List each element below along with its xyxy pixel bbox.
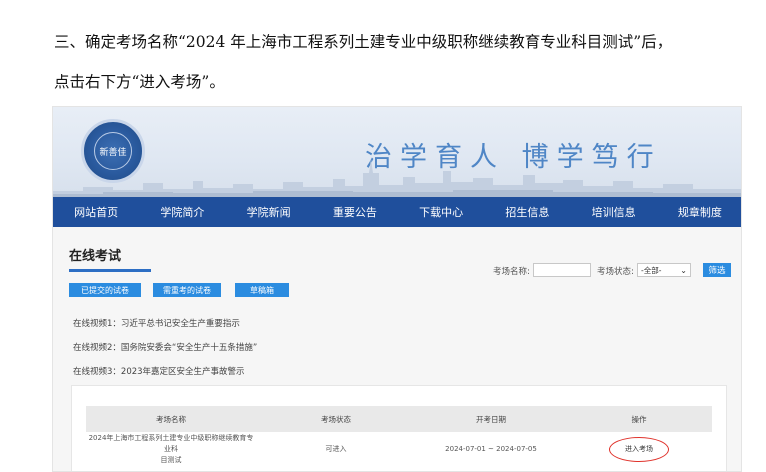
nav-announcements[interactable]: 重要公告 bbox=[312, 197, 398, 227]
website-screenshot: 新善佳 治学育人 博学笃行 网站首页 学院简介 学院新闻 重要公告 下载中心 招… bbox=[52, 106, 742, 472]
submitted-papers-button[interactable]: 已提交的试卷 bbox=[69, 283, 141, 297]
cell-exam-status: 可进入 bbox=[325, 444, 347, 453]
cell-action: 进入考场 bbox=[566, 436, 712, 462]
header-action: 操作 bbox=[631, 414, 647, 424]
exam-name-label: 考场名称: bbox=[493, 267, 530, 277]
title-underline bbox=[69, 269, 151, 272]
city-skyline-image bbox=[53, 159, 741, 197]
exam-name-line-2: 目测试 bbox=[160, 455, 182, 464]
nav-about[interactable]: 学院简介 bbox=[139, 197, 225, 227]
chevron-down-icon: ⌄ bbox=[680, 265, 687, 275]
exam-name-input[interactable] bbox=[533, 263, 591, 277]
header-exam-status: 考场状态 bbox=[321, 414, 351, 424]
video-link-2[interactable]: 在线视频2：国务院安委会“安全生产十五条措施” bbox=[73, 341, 257, 353]
instruction-line-1: 三、确定考场名称“2024 年上海市工程系列土建专业中级职称继续教育专业科目测试… bbox=[54, 33, 673, 51]
exam-status-label: 考场状态: bbox=[597, 267, 634, 277]
exam-name-line-1: 2024年上海市工程系列土建专业中级职称继续教育专业科 bbox=[88, 433, 254, 453]
table-header: 考场名称 考场状态 开考日期 操作 bbox=[86, 406, 712, 432]
page-title: 在线考试 bbox=[69, 249, 122, 264]
exam-status-value: -全部- bbox=[641, 265, 662, 275]
instruction-line-2: 点击右下方“进入考场”。 bbox=[54, 73, 225, 91]
nav-regulations[interactable]: 规章制度 bbox=[657, 197, 741, 227]
exam-table: 考场名称 考场状态 开考日期 操作 2024年上海市工程系列土建专业中级职称继续… bbox=[71, 385, 727, 471]
retake-papers-button[interactable]: 需重考的试卷 bbox=[153, 283, 221, 297]
cell-exam-date: 2024-07-01 ~ 2024-07-05 bbox=[445, 444, 537, 453]
nav-training[interactable]: 培训信息 bbox=[571, 197, 657, 227]
enter-exam-link[interactable]: 进入考场 bbox=[609, 436, 669, 462]
site-banner: 新善佳 治学育人 博学笃行 bbox=[53, 107, 741, 197]
nav-downloads[interactable]: 下载中心 bbox=[398, 197, 484, 227]
table-row: 2024年上海市工程系列土建专业中级职称继续教育专业科 目测试 可进入 2024… bbox=[86, 434, 712, 464]
filter-button[interactable]: 筛选 bbox=[703, 263, 731, 277]
nav-admissions[interactable]: 招生信息 bbox=[484, 197, 570, 227]
nav-home[interactable]: 网站首页 bbox=[53, 197, 139, 227]
cell-exam-name: 2024年上海市工程系列土建专业中级职称继续教育专业科 目测试 bbox=[86, 433, 256, 466]
header-exam-date: 开考日期 bbox=[476, 414, 506, 424]
nav-news[interactable]: 学院新闻 bbox=[226, 197, 312, 227]
video-link-1[interactable]: 在线视频1：习近平总书记安全生产重要指示 bbox=[73, 317, 240, 329]
highlight-ring bbox=[609, 436, 669, 462]
exam-status-select[interactable]: -全部- ⌄ bbox=[637, 263, 691, 277]
video-link-3[interactable]: 在线视频3：2023年嘉定区安全生产事故警示 bbox=[73, 365, 245, 377]
header-exam-name: 考场名称 bbox=[156, 414, 186, 424]
main-nav: 网站首页 学院简介 学院新闻 重要公告 下载中心 招生信息 培训信息 规章制度 bbox=[53, 197, 741, 227]
drafts-button[interactable]: 草稿箱 bbox=[235, 283, 289, 297]
